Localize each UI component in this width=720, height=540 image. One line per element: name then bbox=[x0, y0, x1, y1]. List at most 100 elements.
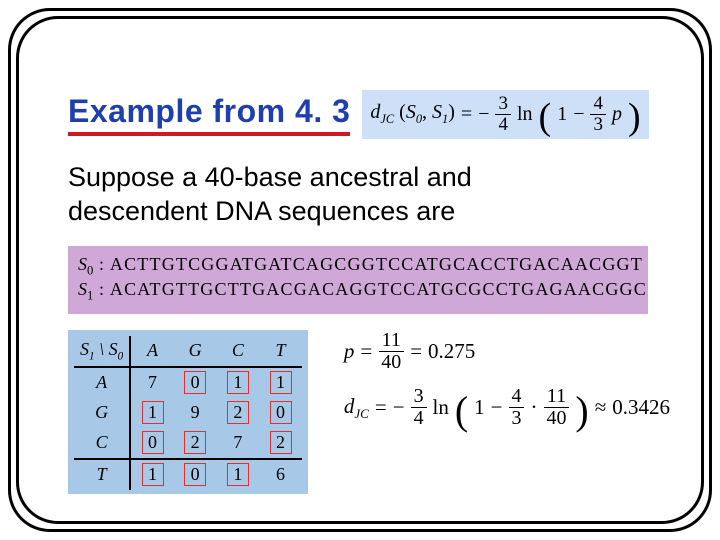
col-head-0: A bbox=[130, 336, 174, 367]
table-cell: 0 bbox=[174, 459, 217, 490]
jc-coef-frac: 3 4 bbox=[495, 94, 511, 135]
substitution-table-wrap: S1 \ S0 A G C T A7011G1920C0272T1016 bbox=[68, 330, 308, 494]
off-diagonal-cell: 0 bbox=[184, 371, 206, 395]
calc-p-eq: = bbox=[360, 339, 372, 364]
off-diagonal-cell: 0 bbox=[142, 431, 164, 455]
calc-p-lhs: p bbox=[344, 339, 355, 364]
jc-arg1-sub: 0 bbox=[416, 112, 422, 126]
body-line-2: descendent DNA sequences are bbox=[68, 195, 670, 229]
sequence-block: S0 : ACTTGTCGGATGATCAGCGGTCCATGCACCTGACA… bbox=[68, 246, 648, 313]
calc-frac2-den: 40 bbox=[543, 408, 569, 429]
slide: Example from 4. 3 dJC (S0, S1) = − 3 4 l… bbox=[0, 0, 720, 540]
off-diagonal-cell: 0 bbox=[184, 463, 206, 487]
calc-p-frac: 11 40 bbox=[378, 330, 404, 373]
row-head: T bbox=[74, 459, 130, 490]
calc-p-den: 40 bbox=[378, 352, 404, 373]
jc-inner-frac: 4 3 bbox=[590, 94, 606, 135]
table-cell: 0 bbox=[259, 398, 302, 428]
off-diagonal-cell: 0 bbox=[270, 401, 292, 425]
calc-inner-den: 3 bbox=[509, 408, 525, 429]
slide-content: Example from 4. 3 dJC (S0, S1) = − 3 4 l… bbox=[68, 90, 670, 500]
jc-p: p bbox=[612, 103, 622, 126]
sequence-row-s1: S1 : ACATGTTGCTTGACGACAGGTCCATGCGCCTGAGA… bbox=[78, 279, 638, 304]
table-cell: 1 bbox=[130, 459, 174, 490]
calc-one: 1 bbox=[474, 395, 485, 420]
table-cell: 9 bbox=[174, 398, 217, 428]
calc-d-coef: 3 4 bbox=[411, 386, 427, 429]
col-head-1: G bbox=[174, 336, 217, 367]
s1-seq: ACATGTTGCTTGACGACAGGTCCATGCGCCTGAGAACGGC bbox=[110, 279, 647, 299]
jc-inner-den: 3 bbox=[590, 115, 606, 135]
table-corner: S1 \ S0 bbox=[74, 336, 130, 367]
off-diagonal-cell: 1 bbox=[142, 463, 164, 487]
s0-label: S0 bbox=[78, 254, 93, 274]
jc-d-sub: JC bbox=[380, 112, 394, 126]
table-cell: 0 bbox=[174, 367, 217, 398]
table-row: G1920 bbox=[74, 398, 302, 428]
table-row: T1016 bbox=[74, 459, 302, 490]
calc-d-lhs: dJC bbox=[344, 394, 369, 422]
jc-arg1: S bbox=[406, 101, 416, 123]
calc-inner-frac: 4 3 bbox=[509, 386, 525, 429]
jc-coef-den: 4 bbox=[495, 115, 511, 135]
sequence-row-s0: S0 : ACTTGTCGGATGATCAGCGGTCCATGCACCTGACA… bbox=[78, 254, 638, 279]
jc-neg: − bbox=[478, 103, 489, 126]
substitution-table: S1 \ S0 A G C T A7011G1920C0272T1016 bbox=[74, 336, 302, 490]
off-diagonal-cell: 2 bbox=[184, 431, 206, 455]
calc-d-eq: = bbox=[375, 395, 387, 420]
table-cell: 6 bbox=[259, 459, 302, 490]
calc-d-coef-num: 3 bbox=[411, 386, 427, 408]
row-head: C bbox=[74, 428, 130, 459]
jc-formula: dJC (S0, S1) = − 3 4 ln ( 1 − 4 3 p bbox=[362, 90, 648, 139]
body-text: Suppose a 40-base ancestral and descende… bbox=[68, 161, 670, 229]
calc-ln: ln bbox=[433, 395, 449, 420]
off-diagonal-cell: 1 bbox=[270, 371, 292, 395]
calc-minus: − bbox=[491, 395, 503, 420]
col-head-2: C bbox=[217, 336, 260, 367]
jc-d: d bbox=[370, 101, 380, 123]
col-head-3: T bbox=[259, 336, 302, 367]
jc-minus: − bbox=[573, 103, 584, 126]
table-cell: 2 bbox=[259, 428, 302, 459]
table-cell: 2 bbox=[174, 428, 217, 459]
calc-d-coef-den: 4 bbox=[411, 408, 427, 429]
calc-p-val: 0.275 bbox=[428, 339, 475, 364]
calc-approx: ≈ bbox=[595, 395, 607, 420]
calc-d-val: 0.3426 bbox=[612, 395, 670, 420]
off-diagonal-cell: 1 bbox=[142, 401, 164, 425]
calc-p-line: p = 11 40 = 0.275 bbox=[344, 330, 670, 373]
table-cell: 7 bbox=[130, 367, 174, 398]
s1-colon: : bbox=[93, 279, 110, 299]
row-head: G bbox=[74, 398, 130, 428]
calc-frac2: 11 40 bbox=[543, 386, 569, 429]
lower-row: S1 \ S0 A G C T A7011G1920C0272T1016 p = bbox=[68, 330, 670, 494]
jc-inner-num: 4 bbox=[590, 94, 606, 115]
s0-colon: : bbox=[93, 254, 110, 274]
off-diagonal-cell: 1 bbox=[227, 371, 249, 395]
jc-eq: = bbox=[461, 103, 472, 126]
row-head: A bbox=[74, 367, 130, 398]
slide-title: Example from 4. 3 bbox=[68, 93, 350, 136]
off-diagonal-cell: 1 bbox=[227, 463, 249, 487]
s1-label: S1 bbox=[78, 279, 93, 299]
table-cell: 1 bbox=[130, 398, 174, 428]
jc-arg2: S bbox=[432, 101, 442, 123]
calculation-block: p = 11 40 = 0.275 dJC = − 3 4 bbox=[344, 330, 670, 444]
table-cell: 1 bbox=[259, 367, 302, 398]
off-diagonal-cell: 2 bbox=[227, 401, 249, 425]
table-row: C0272 bbox=[74, 428, 302, 459]
calc-inner-num: 4 bbox=[509, 386, 525, 408]
jc-arg2-sub: 1 bbox=[442, 112, 448, 126]
calc-p-num: 11 bbox=[379, 330, 404, 352]
table-cell: 1 bbox=[217, 459, 260, 490]
table-cell: 1 bbox=[217, 367, 260, 398]
calc-p-eq2: = bbox=[410, 339, 422, 364]
jc-one: 1 bbox=[557, 103, 567, 126]
jc-lhs: dJC (S0, S1) bbox=[370, 101, 455, 127]
off-diagonal-cell: 2 bbox=[270, 431, 292, 455]
jc-coef-num: 3 bbox=[495, 94, 511, 115]
body-line-1: Suppose a 40-base ancestral and bbox=[68, 161, 670, 195]
table-row: A7011 bbox=[74, 367, 302, 398]
table-cell: 7 bbox=[217, 428, 260, 459]
calc-d-neg: − bbox=[393, 395, 405, 420]
